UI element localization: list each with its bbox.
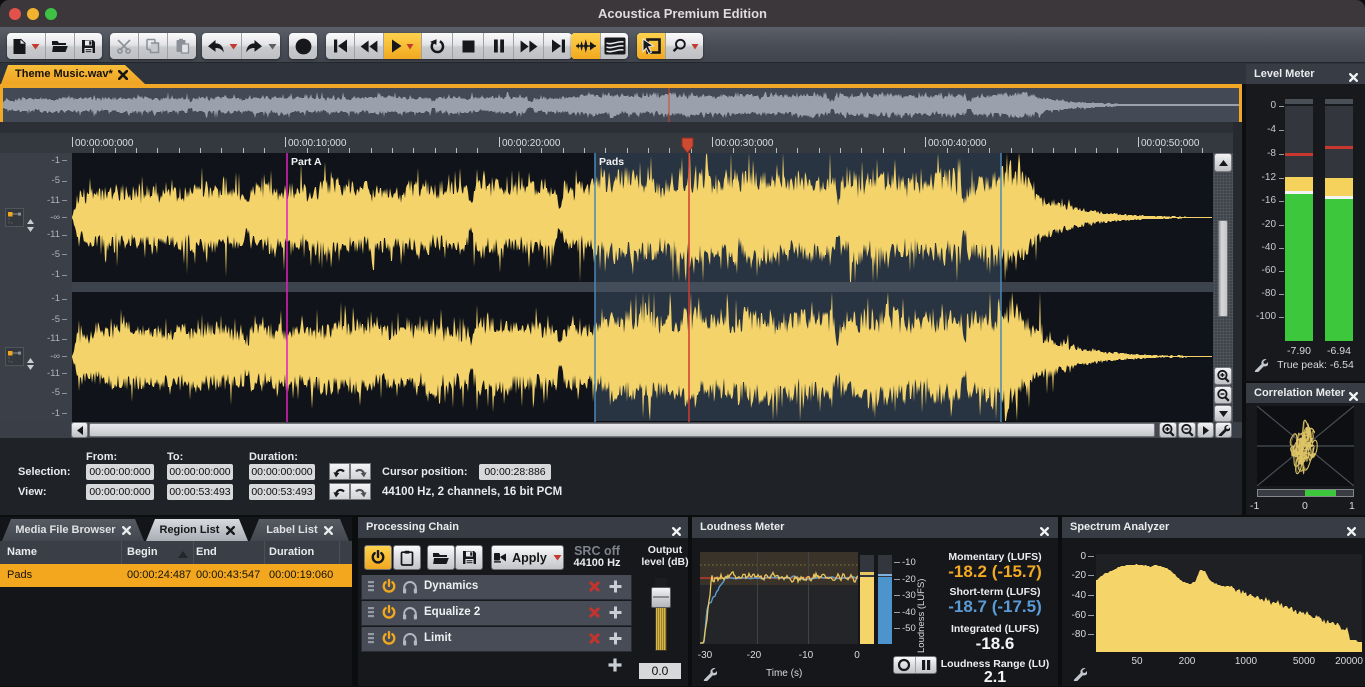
svg-text:Part A: Part A [291, 156, 322, 168]
svg-text:Pads: Pads [599, 156, 624, 168]
